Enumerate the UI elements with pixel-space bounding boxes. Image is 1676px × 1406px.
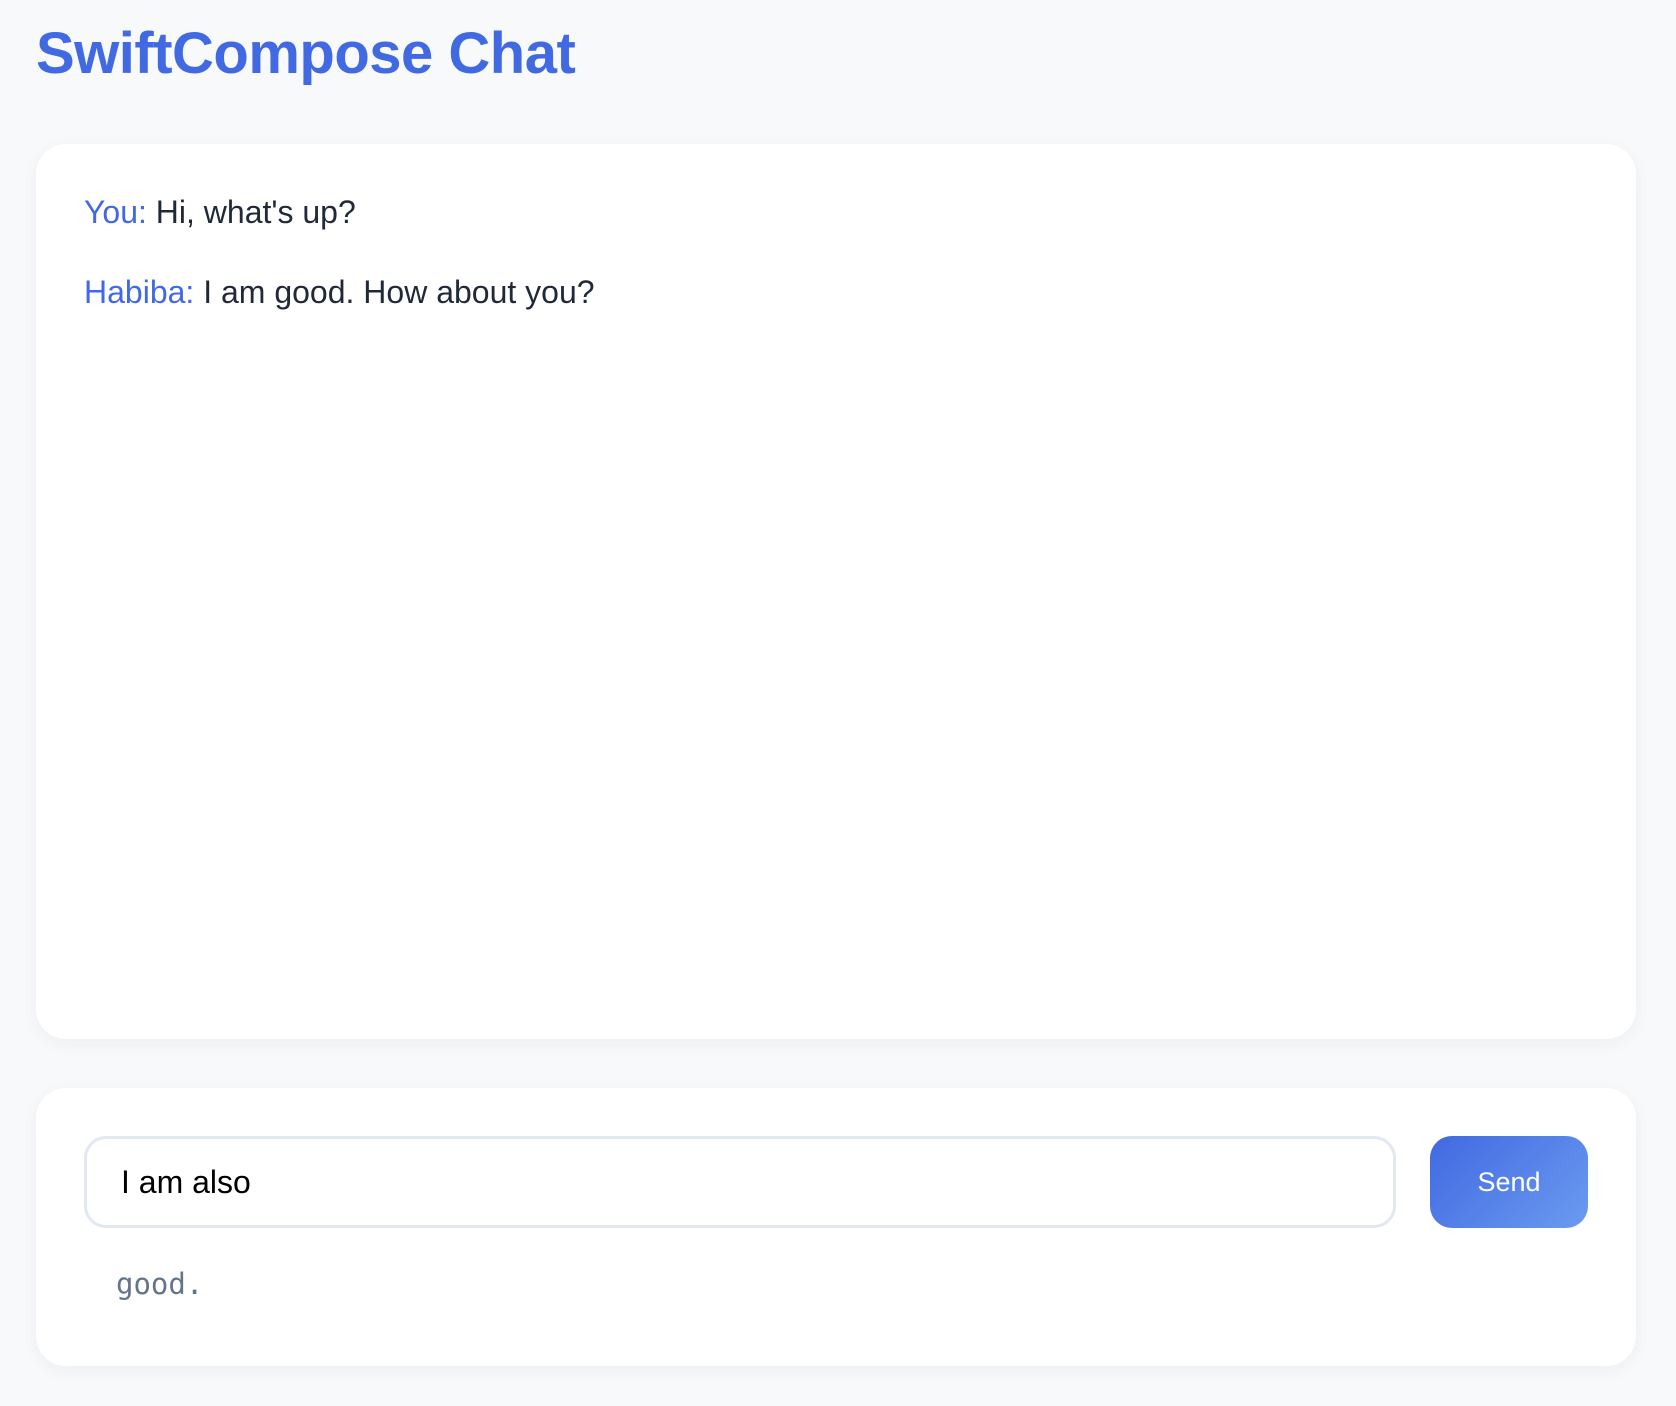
- chat-history-panel: You: Hi, what's up? Habiba: I am good. H…: [36, 144, 1636, 1039]
- message-sender: You:: [84, 194, 147, 230]
- send-button[interactable]: Send: [1430, 1136, 1588, 1228]
- chat-message: You: Hi, what's up?: [84, 192, 1588, 232]
- autocomplete-suggestion[interactable]: good.: [116, 1264, 203, 1304]
- message-text: Hi, what's up?: [155, 194, 356, 230]
- app-title: SwiftCompose Chat: [36, 21, 576, 86]
- message-input[interactable]: [84, 1136, 1396, 1228]
- chat-message: Habiba: I am good. How about you?: [84, 272, 1588, 312]
- message-text: I am good. How about you?: [203, 274, 595, 310]
- message-sender: Habiba:: [84, 274, 195, 310]
- composer-panel: Send good.: [36, 1088, 1636, 1366]
